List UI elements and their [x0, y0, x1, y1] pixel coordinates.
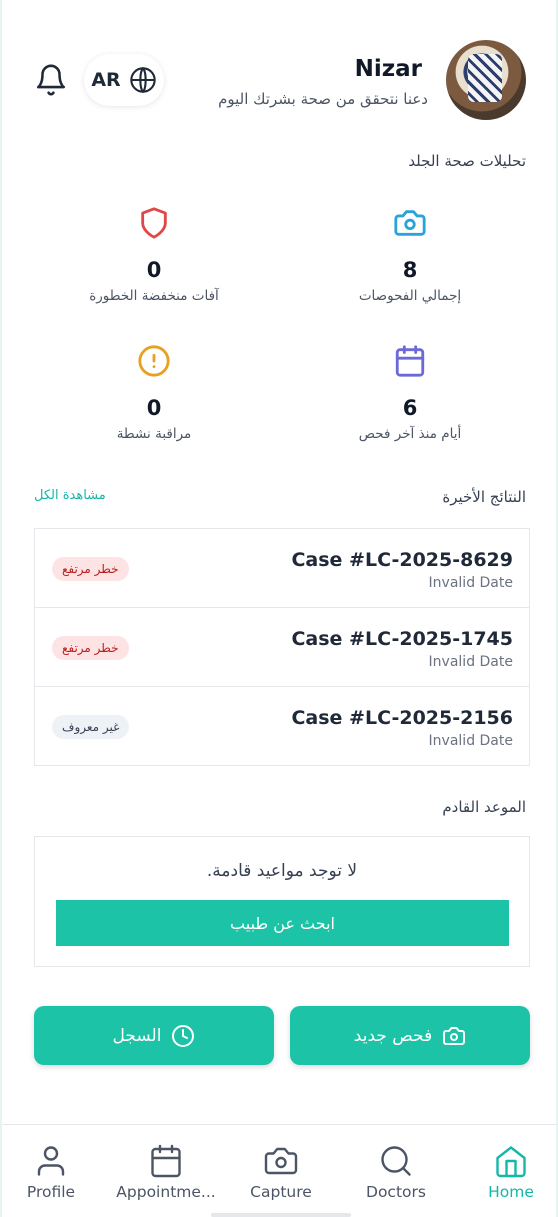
bell-icon[interactable]: [34, 62, 68, 98]
list-item[interactable]: Case #LC-2025-1745 Invalid Date خطر مرتف…: [35, 608, 529, 687]
stats-title: تحليلات صحة الجلد: [408, 152, 526, 170]
results-title: النتائج الأخيرة: [442, 488, 526, 506]
nav-label: Appointme...: [116, 1183, 216, 1201]
case-id: Case #LC-2025-2156: [291, 707, 513, 729]
stat-total-scans: 8 إجمالي الفحوصات: [320, 206, 500, 304]
case-id: Case #LC-2025-8629: [291, 549, 513, 571]
clock-icon: [172, 1024, 195, 1047]
stat-value: 6: [402, 396, 418, 420]
globe-icon: [129, 66, 156, 94]
status-badge: خطر مرتفع: [52, 636, 129, 660]
stat-label: إجمالي الفحوصات: [358, 288, 462, 304]
status-badge: غير معروف: [52, 715, 130, 739]
history-label: السجل: [112, 1025, 162, 1046]
language-toggle[interactable]: AR: [84, 54, 164, 106]
list-item[interactable]: Case #LC-2025-8629 Invalid Date خطر مرتف…: [35, 529, 529, 608]
person-icon: [37, 1146, 65, 1176]
nav-item-doctors[interactable]: Doctors: [340, 1125, 452, 1217]
view-all-link[interactable]: مشاهدة الكل: [34, 488, 106, 503]
home-indicator: [211, 1213, 351, 1217]
stat-value: 8: [402, 258, 418, 282]
status-badge: خطر مرتفع: [52, 557, 129, 581]
case-id: Case #LC-2025-1745: [291, 628, 513, 650]
case-date: Invalid Date: [428, 575, 513, 591]
nav-label: Profile: [26, 1183, 76, 1201]
stat-label: أيام منذ آخر فحص: [358, 426, 462, 442]
stat-days-since: 6 أيام منذ آخر فحص: [320, 344, 500, 442]
shield-icon: [141, 207, 167, 239]
calendar-icon: [395, 345, 425, 377]
stat-low-risk: 0 آفات منخفضة الخطورة: [64, 206, 244, 304]
calendar-icon: [151, 1144, 181, 1178]
stat-active-monitoring: 0 مراقبة نشطة: [64, 344, 244, 442]
greeting-text: دعنا نتحقق من صحة بشرتك اليوم: [218, 90, 428, 108]
history-button[interactable]: السجل: [34, 1006, 274, 1065]
nav-label: Capture: [250, 1183, 312, 1201]
appointment-card: لا توجد مواعيد قادمة. ابحث عن طبيب: [34, 836, 530, 967]
user-name: Nizar: [354, 56, 422, 82]
stat-label: آفات منخفضة الخطورة: [89, 288, 219, 304]
stat-label: مراقبة نشطة: [116, 426, 192, 442]
case-date: Invalid Date: [428, 654, 513, 670]
new-scan-button[interactable]: فحص جديد: [290, 1006, 530, 1065]
stat-value: 0: [146, 258, 162, 282]
nav-item-capture[interactable]: Capture: [225, 1125, 337, 1217]
camera-icon: [443, 1026, 466, 1045]
nav-item-home[interactable]: Home: [455, 1125, 558, 1217]
header: Nizar دعنا نتحقق من صحة بشرتك اليوم AR: [2, 40, 556, 120]
avatar[interactable]: [446, 40, 526, 120]
camera-icon: [394, 210, 426, 236]
case-date: Invalid Date: [428, 733, 513, 749]
nav-item-appointments[interactable]: Appointme...: [110, 1125, 222, 1217]
home-icon: [496, 1146, 526, 1178]
nav-label: Home: [488, 1183, 534, 1201]
new-scan-label: فحص جديد: [353, 1025, 433, 1046]
language-label: AR: [91, 69, 121, 91]
list-item[interactable]: Case #LC-2025-2156 Invalid Date غير معرو…: [35, 687, 529, 765]
results-list: Case #LC-2025-8629 Invalid Date خطر مرتف…: [34, 528, 530, 766]
stat-value: 0: [146, 396, 162, 420]
app-screen: Nizar دعنا نتحقق من صحة بشرتك اليوم AR ت…: [0, 0, 558, 1217]
nav-label: Doctors: [366, 1183, 426, 1201]
nav-item-profile[interactable]: Profile: [0, 1125, 107, 1217]
find-doctor-button[interactable]: ابحث عن طبيب: [56, 900, 509, 946]
bottom-nav: Profile Appointme... Capture Doctors Hom…: [2, 1124, 556, 1217]
search-icon: [381, 1146, 411, 1176]
appointment-title: الموعد القادم: [442, 798, 526, 816]
empty-appointments-text: لا توجد مواعيد قادمة.: [206, 861, 358, 881]
alert-circle-icon: [138, 345, 170, 377]
avatar-image: [468, 54, 502, 102]
camera-icon: [264, 1147, 298, 1175]
